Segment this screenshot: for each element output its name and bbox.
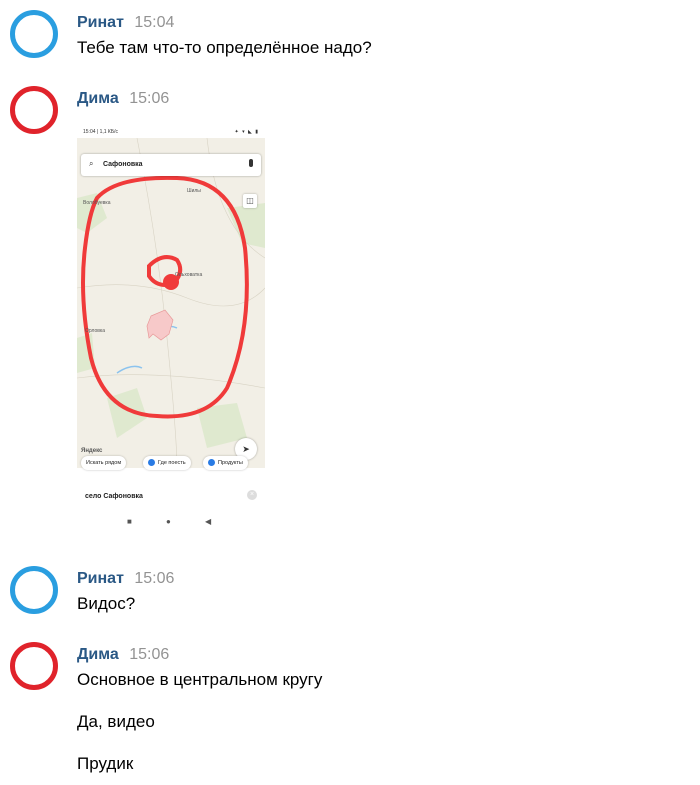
status-icons: ✦ ▾ ◣ ▮: [234, 129, 259, 135]
message-3: Ринат 15:06 Видос?: [0, 566, 700, 626]
message-4: Дима 15:06 Основное в центральном кругу …: [0, 642, 700, 782]
avatar[interactable]: [10, 86, 58, 134]
message-header: Дима 15:06: [77, 90, 169, 108]
map-search-bar[interactable]: ⌕ Сафоновка: [81, 154, 261, 176]
author-name[interactable]: Ринат: [77, 14, 124, 31]
message-text: Прудик: [77, 754, 134, 773]
message-time[interactable]: 15:06: [134, 570, 174, 587]
status-time: 15:04 | 1,1 КБ/с: [83, 129, 119, 135]
map-screenshot-attachment[interactable]: 15:04 | 1,1 КБ/с ✦ ▾ ◣ ▮ ⌕ Сафоновка ◫ Ш…: [77, 126, 265, 536]
android-nav-bar: ■ ● ◀: [77, 514, 265, 530]
message-time[interactable]: 15:06: [129, 646, 169, 663]
author-name[interactable]: Ринат: [77, 570, 124, 587]
fork-icon: [148, 459, 155, 467]
avatar[interactable]: [10, 10, 58, 58]
place-title: село Сафоновка: [85, 493, 143, 500]
search-icon: ⌕: [89, 159, 94, 168]
river: [116, 365, 143, 374]
chip-groceries[interactable]: Продукты: [203, 456, 248, 470]
message-header: Ринат 15:04: [77, 14, 174, 32]
back-icon[interactable]: ◀: [205, 518, 211, 526]
recents-icon[interactable]: ■: [127, 518, 132, 526]
message-time[interactable]: 15:04: [134, 14, 174, 31]
basket-icon: [208, 459, 215, 467]
chip-search-nearby[interactable]: Искать рядом: [81, 456, 127, 470]
layers-icon[interactable]: ◫: [243, 194, 257, 208]
map-label: Шилы: [187, 188, 201, 194]
message-header: Ринат 15:06: [77, 570, 174, 588]
close-icon[interactable]: ×: [247, 490, 257, 500]
map-label: Ольховатка: [175, 272, 203, 278]
author-name[interactable]: Дима: [77, 90, 119, 107]
microphone-icon: [249, 159, 253, 167]
search-query: Сафоновка: [103, 161, 143, 168]
village-boundary: [146, 309, 174, 341]
map-label: Орловка: [85, 328, 105, 334]
message-text: Основное в центральном кругу: [77, 670, 323, 689]
map-chips: Искать рядом Где поесть Продукты: [77, 454, 265, 472]
author-name[interactable]: Дима: [77, 646, 119, 663]
message-time[interactable]: 15:06: [129, 90, 169, 107]
avatar[interactable]: [10, 642, 58, 690]
message-1: Ринат 15:04 Тебе там что-то определённое…: [0, 10, 700, 70]
message-header: Дима 15:06: [77, 646, 169, 664]
message-text: Видос?: [77, 594, 136, 613]
message-text: Да, видео: [77, 712, 155, 731]
map-drawing: [77, 138, 265, 468]
place-card[interactable]: село Сафоновка ×: [77, 484, 265, 512]
phone-status-bar: 15:04 | 1,1 КБ/с ✦ ▾ ◣ ▮: [77, 126, 265, 138]
map-view: ⌕ Сафоновка ◫ Шилы Волобуевка Ольховатка…: [77, 138, 265, 468]
message-text: Тебе там что-то определённое надо?: [77, 38, 372, 57]
chip-label: Где поесть: [158, 460, 186, 466]
avatar[interactable]: [10, 566, 58, 614]
map-label: Волобуевка: [83, 200, 111, 206]
annotation-outer-circle: [81, 175, 249, 419]
chip-label: Продукты: [218, 460, 243, 466]
home-icon[interactable]: ●: [166, 518, 171, 526]
chip-where-to-eat[interactable]: Где поесть: [143, 456, 191, 470]
